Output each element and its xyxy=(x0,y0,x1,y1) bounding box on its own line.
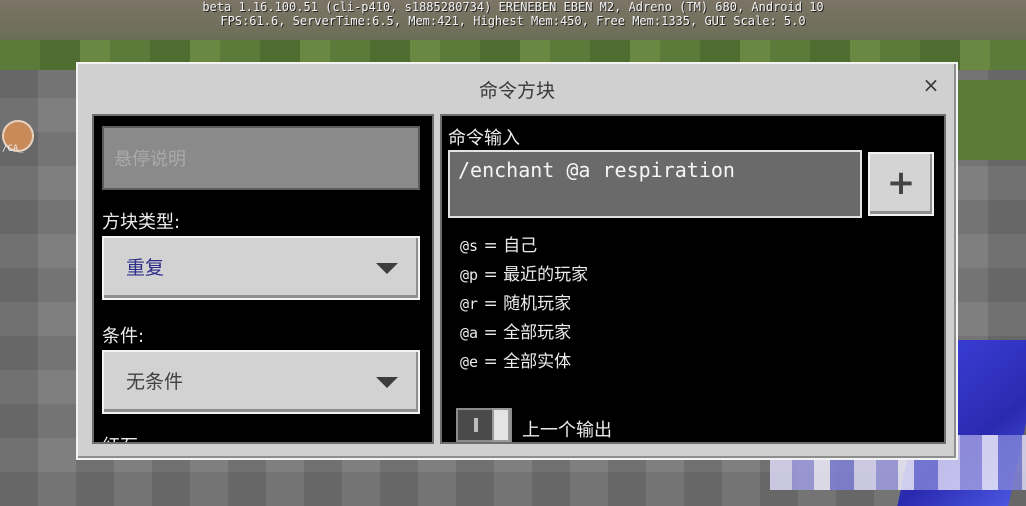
debug-line-build: beta 1.16.100.51 (cli-p410, s1885280734)… xyxy=(202,0,824,14)
toggle-off-mark xyxy=(474,418,478,432)
selector-code: @s xyxy=(460,237,479,255)
list-item: @s = 自己 xyxy=(460,236,538,256)
selector-list: @s = 自己 @p = 最近的玩家 @r = 随机玩家 @a = 全部玩家 @… xyxy=(460,232,588,377)
selector-desc: 最近的玩家 xyxy=(503,265,589,285)
hover-note-input[interactable]: 悬停说明 xyxy=(102,126,420,190)
condition-value: 无条件 xyxy=(126,371,184,393)
selector-desc: 自己 xyxy=(503,236,538,256)
selector-code: @a xyxy=(460,324,479,342)
list-item: @a = 全部玩家 xyxy=(460,323,572,343)
selector-code: @p xyxy=(460,266,479,284)
command-input-label: 命令输入 xyxy=(448,128,520,149)
block-type-dropdown[interactable]: 重复 xyxy=(102,236,420,300)
list-item: @p = 最近的玩家 xyxy=(460,265,589,285)
redstone-label: 红石 xyxy=(102,432,138,442)
toggle-knob xyxy=(492,408,510,442)
condition-label: 条件: xyxy=(102,326,145,347)
previous-output-label: 上一个输出 xyxy=(522,420,612,441)
add-command-button[interactable]: + xyxy=(868,152,934,216)
grass-block xyxy=(955,80,1026,160)
chevron-down-icon xyxy=(376,377,398,388)
selector-code: @e xyxy=(460,353,479,371)
debug-overlay: beta 1.16.100.51 (cli-p410, s1885280734)… xyxy=(0,0,1026,28)
block-type-label: 方块类型: xyxy=(102,212,181,233)
list-item: @r = 随机玩家 xyxy=(460,294,572,314)
selector-desc: 随机玩家 xyxy=(503,294,572,314)
command-panel: 命令输入 /enchant @a respiration + @s = 自己 @… xyxy=(440,114,946,444)
selector-desc: 全部玩家 xyxy=(503,323,572,343)
previous-output-toggle[interactable] xyxy=(456,408,512,442)
condition-dropdown[interactable]: 无条件 xyxy=(102,350,420,414)
block-type-value: 重复 xyxy=(126,257,165,279)
selector-desc: 全部实体 xyxy=(503,352,572,372)
command-block-dialog: 命令方块 × 悬停说明 方块类型: 重复 条件: 无条件 红石 命令输入 /en… xyxy=(76,62,958,460)
command-input[interactable]: /enchant @a respiration xyxy=(448,150,862,218)
settings-panel: 悬停说明 方块类型: 重复 条件: 无条件 红石 xyxy=(92,114,434,444)
chevron-down-icon xyxy=(376,263,398,274)
selector-code: @r xyxy=(460,295,479,313)
debug-line-stats: FPS:61.6, ServerTime:6.5, Mem:421, Highe… xyxy=(220,14,806,28)
player-tag: /CA_ xyxy=(2,144,24,154)
dialog-title: 命令方块 xyxy=(478,80,555,102)
list-item: @e = 全部实体 xyxy=(460,352,572,372)
close-button[interactable]: × xyxy=(920,74,942,96)
